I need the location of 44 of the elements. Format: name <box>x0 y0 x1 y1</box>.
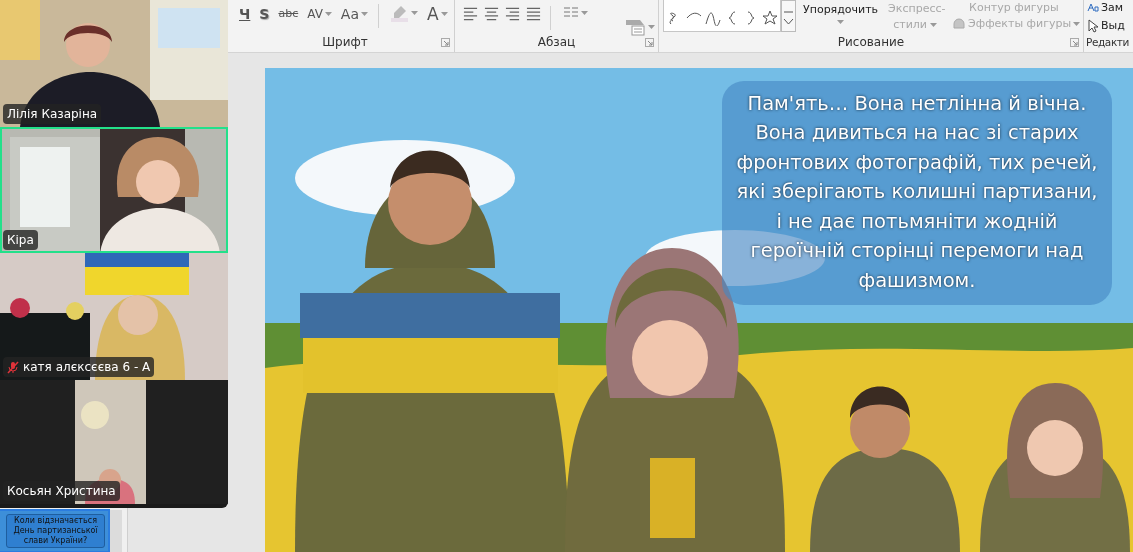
align-left-icon[interactable] <box>463 6 478 22</box>
arrange-button[interactable]: Упорядочить <box>800 0 882 24</box>
align-center-icon[interactable] <box>484 6 500 22</box>
shape-gallery[interactable] <box>663 0 781 32</box>
launcher-icon[interactable] <box>441 38 450 47</box>
slide-thumbnail[interactable]: Коли відзначається День партизанської слави України? <box>0 510 108 551</box>
caret-icon <box>648 25 655 29</box>
spacing-button[interactable]: AV <box>304 4 335 24</box>
launcher-icon[interactable] <box>1070 38 1079 47</box>
cursor-icon <box>1087 18 1099 33</box>
select-button[interactable]: Выд <box>1084 18 1128 33</box>
caret-icon <box>361 12 368 16</box>
star-icon[interactable] <box>762 10 778 26</box>
case-button[interactable]: Aa <box>337 4 371 24</box>
replace-button[interactable]: Зам <box>1084 0 1128 15</box>
highlighter-icon <box>389 4 409 22</box>
caret-icon <box>440 12 448 16</box>
curve-icon[interactable] <box>705 10 721 26</box>
text-box: Пам'ять… Вона нетлінна й вічна. Вона дивиться на нас зі старих фронтових фотографій, тих речей, які зберігають колишні партизани, і не дає потьмяніти жодній героїчній сторінці перемоги над фашизмом. <box>722 80 1112 306</box>
group-label: Абзац <box>537 34 576 50</box>
group-label: Редакти <box>1086 35 1129 50</box>
strikethrough-button[interactable]: abc <box>275 4 302 24</box>
replace-icon <box>1087 3 1099 12</box>
shadow-button[interactable]: S <box>256 4 273 24</box>
participant-name: Кіра <box>3 230 38 250</box>
effects-icon <box>952 17 967 30</box>
caret-icon <box>411 11 418 15</box>
group-label: Шрифт <box>322 34 368 50</box>
caret-icon <box>581 11 588 15</box>
caret-icon <box>1073 21 1081 26</box>
group-label: Рисование <box>837 34 905 50</box>
caret-icon <box>837 20 845 24</box>
columns-icon <box>563 6 579 20</box>
smartart-icon <box>624 18 646 36</box>
align-right-icon[interactable] <box>505 6 521 22</box>
justify-icon[interactable] <box>526 6 542 22</box>
participant-name-text: катя алєксєєва 6 - А <box>23 359 151 376</box>
font-color-button[interactable]: A <box>424 4 451 24</box>
participant-name: Лілія Казаріна <box>3 104 102 124</box>
thumbnail-text: Коли відзначається День партизанської слави України? <box>6 513 105 548</box>
caret-icon <box>930 23 937 27</box>
launcher-icon[interactable] <box>645 38 654 47</box>
caret-icon <box>324 12 332 16</box>
underline-button[interactable]: Ч <box>236 4 254 24</box>
